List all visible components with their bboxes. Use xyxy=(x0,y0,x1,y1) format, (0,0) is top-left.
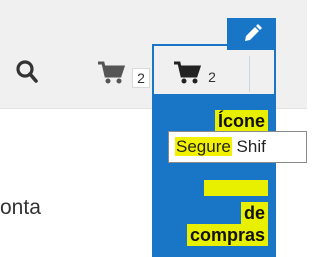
tooltip-text: Shif xyxy=(231,137,266,156)
annotation-line-2: de xyxy=(240,202,268,224)
annotation-highlight-fill xyxy=(204,180,268,196)
partial-body-text: onta xyxy=(0,196,41,219)
cart-count-badge: 2 xyxy=(132,68,150,88)
cart-count-badge: 2 xyxy=(204,68,220,86)
cart-button-primary[interactable]: 2 xyxy=(172,60,220,90)
tooltip-highlight-text: Segure xyxy=(175,137,232,156)
cart-button-secondary[interactable]: 2 xyxy=(96,60,150,90)
search-icon xyxy=(14,58,42,86)
tooltip: Segure Shif xyxy=(168,131,307,163)
search-button[interactable] xyxy=(14,58,42,90)
annotation-panel: Ícone de compras xyxy=(152,96,276,257)
annotation-line-3: compras xyxy=(186,224,268,246)
pencil-icon xyxy=(241,23,263,45)
annotation-line-1: Ícone xyxy=(214,110,268,132)
